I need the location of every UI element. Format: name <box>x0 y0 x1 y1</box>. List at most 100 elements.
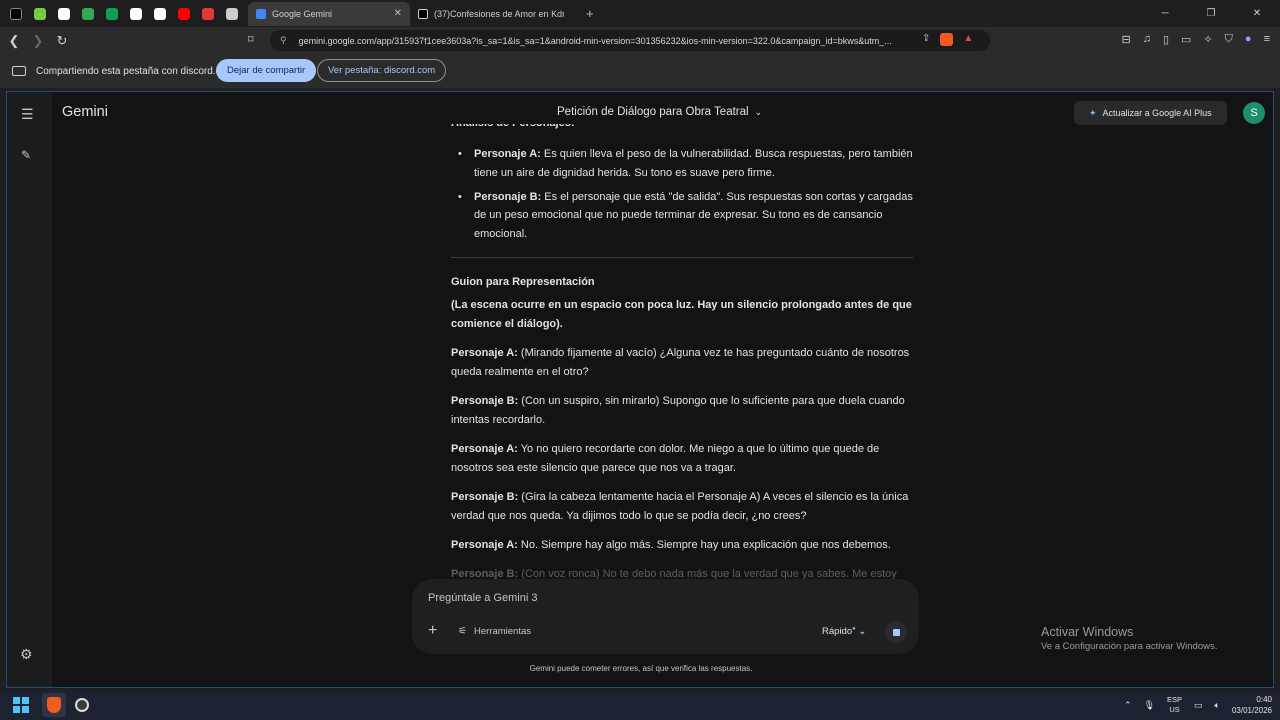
brave-shields-icon[interactable] <box>940 33 954 46</box>
speaker: Personaje B: <box>451 395 519 407</box>
restore-button[interactable]: ❐ <box>1188 0 1234 27</box>
dialogue-line: Personaje A: Yo no quiero recordarte con… <box>451 440 913 478</box>
pinned-tab[interactable] <box>4 2 28 26</box>
prompt-input[interactable]: Pregúntale a Gemini 3 <box>428 592 537 604</box>
tools-button[interactable]: ⚟ Herramientas <box>458 626 531 637</box>
watermark-line1: Activar Windows <box>1041 625 1134 639</box>
speaker: Personaje A: <box>451 539 518 551</box>
pinned-favicon-icon <box>130 7 142 20</box>
tab-title: Google Gemini <box>272 8 333 19</box>
clock[interactable]: 0:40 03/01/2026 <box>1232 694 1272 716</box>
pinned-tab[interactable] <box>28 2 52 26</box>
disclaimer: Gemini puede cometer errores, así que ve… <box>529 664 753 673</box>
model-mode-selector[interactable]: Rápido● ⌄ <box>822 626 866 637</box>
tools-icon: ⚟ <box>458 626 467 637</box>
sidebar-icon[interactable]: ▯ <box>1163 33 1169 46</box>
tab-title: (37)Confesiones de Amor en Kdrama <box>434 8 564 19</box>
watermark-line2: Ve a Configuración para activar Windows. <box>1041 641 1218 652</box>
pinned-tab[interactable] <box>124 2 148 26</box>
pinned-favicon-icon <box>178 7 190 20</box>
extensions-area: ⊟ ♫ ▯ ▭ ✧ ⛉ ● ≡ <box>1122 33 1270 46</box>
speaker: Personaje A: <box>451 443 518 455</box>
pinned-tab[interactable] <box>52 2 76 26</box>
add-attachment-icon[interactable]: + <box>428 622 437 640</box>
address-bar[interactable]: ⚲ gemini.google.com/app/315937f1cee3603a… <box>270 30 990 51</box>
pinned-tab[interactable] <box>76 2 100 26</box>
start-button-windows-icon[interactable] <box>13 697 29 713</box>
prompt-composer[interactable]: Pregúntale a Gemini 3 + ⚟ Herramientas R… <box>412 579 919 654</box>
upgrade-button[interactable]: ✦ Actualizar a Google AI Plus <box>1074 101 1227 125</box>
volume-icon[interactable]: 🔈︎ <box>1215 700 1220 711</box>
microphone-icon[interactable]: 🎙︎ <box>1144 700 1155 711</box>
wallet-icon[interactable]: ▭ <box>1181 33 1191 46</box>
omnibox-actions: ⇪ ▲ <box>922 33 973 46</box>
menu-icon[interactable]: ≡ <box>1264 33 1270 46</box>
tab-google-gemini[interactable]: Google Gemini ✕ <box>248 1 410 26</box>
pinned-tab[interactable] <box>100 2 124 26</box>
chevron-down-icon: ⌄ <box>858 626 867 638</box>
conversation-title-text: Petición de Diálogo para Obra Teatral <box>557 106 749 118</box>
brave-rewards-icon[interactable]: ▲ <box>963 33 973 46</box>
taskbar-obs-icon[interactable] <box>70 693 94 717</box>
dialogue-line: Personaje A: No. Siempre hay algo más. S… <box>451 536 913 555</box>
extension-icon[interactable]: ● <box>1245 33 1252 46</box>
network-icon[interactable]: ▭ <box>1194 700 1203 711</box>
pinned-favicon-icon <box>202 7 214 20</box>
list-item: Personaje B: Es el personaje que está "d… <box>451 188 913 244</box>
tab-search-icon[interactable]: ⊟ <box>1122 33 1131 46</box>
bookmark-icon[interactable]: ⌑ <box>248 33 254 46</box>
sparkle-icon: ✦ <box>1089 107 1097 118</box>
avatar[interactable]: S <box>1243 102 1265 124</box>
stop-sharing-button[interactable]: Dejar de compartir <box>216 59 317 82</box>
site-info-icon[interactable]: ⚲ <box>280 35 287 46</box>
reload-button[interactable]: ↻ <box>52 33 72 49</box>
clock-time: 0:40 <box>1256 695 1272 704</box>
taskbar-brave-icon[interactable] <box>42 693 66 717</box>
conversation-title[interactable]: Petición de Diálogo para Obra Teatral ⌄ <box>557 106 762 118</box>
pinned-tab[interactable] <box>172 2 196 26</box>
leo-icon[interactable]: ✧ <box>1203 33 1212 46</box>
settings-gear-icon[interactable]: ⚙ <box>20 646 33 663</box>
tools-label: Herramientas <box>473 626 531 637</box>
pinned-tab[interactable] <box>196 2 220 26</box>
tray-overflow-icon[interactable]: ⌃ <box>1124 700 1132 711</box>
tab-sharing-bar: Compartiendo esta pestaña con discord.co… <box>0 54 1280 88</box>
main-menu-icon[interactable]: ☰ <box>21 106 34 123</box>
share-icon[interactable]: ⇪ <box>922 33 930 46</box>
new-tab-button[interactable]: + <box>586 6 594 21</box>
line-text: (Con un suspiro, sin mirarlo) Supongo qu… <box>451 395 905 426</box>
browser-toolbar: ❮ ❯ ↻ ⌑ ⚲ gemini.google.com/app/315937f1… <box>0 27 1280 54</box>
screen-share-icon <box>12 66 26 76</box>
divider <box>451 257 913 258</box>
dialogue-line: Personaje A: (Mirando fijamente al vacío… <box>451 344 913 382</box>
pinned-favicon-icon <box>34 7 46 20</box>
forward-button[interactable]: ❯ <box>28 33 48 49</box>
pinned-tab[interactable] <box>220 2 244 26</box>
speaker: Personaje B: <box>451 491 519 503</box>
tab-confesiones[interactable]: (37)Confesiones de Amor en Kdrama <box>410 2 580 26</box>
stop-generation-button[interactable] <box>885 621 907 643</box>
minimize-button[interactable]: ─ <box>1142 0 1188 27</box>
lang-top: ESP <box>1167 695 1183 704</box>
system-tray: ⌃ 🎙︎ ESP US ▭ 🔈︎ 0:40 03/01/2026 <box>1124 690 1272 720</box>
gemini-app: ☰ ✎ ⚙ Gemini Petición de Diálogo para Ob… <box>6 91 1274 688</box>
new-chat-icon[interactable]: ✎ <box>21 148 31 162</box>
side-rail: ☰ ✎ ⚙ <box>7 92 52 687</box>
pinned-favicon-icon <box>58 7 70 20</box>
view-tab-button[interactable]: Ver pestaña: discord.com <box>317 59 447 82</box>
close-window-button[interactable]: ✕ <box>1234 0 1280 27</box>
upgrade-label: Actualizar a Google AI Plus <box>1102 108 1212 118</box>
close-tab-icon[interactable]: ✕ <box>394 8 402 19</box>
pinned-tab[interactable] <box>148 2 172 26</box>
stop-icon <box>892 628 900 636</box>
language-indicator[interactable]: ESP US <box>1167 695 1182 715</box>
gemini-brand: Gemini <box>62 104 108 120</box>
vpn-icon[interactable]: ⛉ <box>1225 33 1233 46</box>
music-icon[interactable]: ♫ <box>1143 33 1151 46</box>
gemini-favicon-icon <box>256 8 266 19</box>
mode-dot-icon: ● <box>852 626 856 632</box>
line-text: No. Siempre hay algo más. Siempre hay un… <box>517 539 891 551</box>
pinned-favicon-icon <box>82 7 94 20</box>
back-button[interactable]: ❮ <box>4 33 24 49</box>
line-text: (Mirando fijamente al vacío) ¿Alguna vez… <box>451 347 910 378</box>
